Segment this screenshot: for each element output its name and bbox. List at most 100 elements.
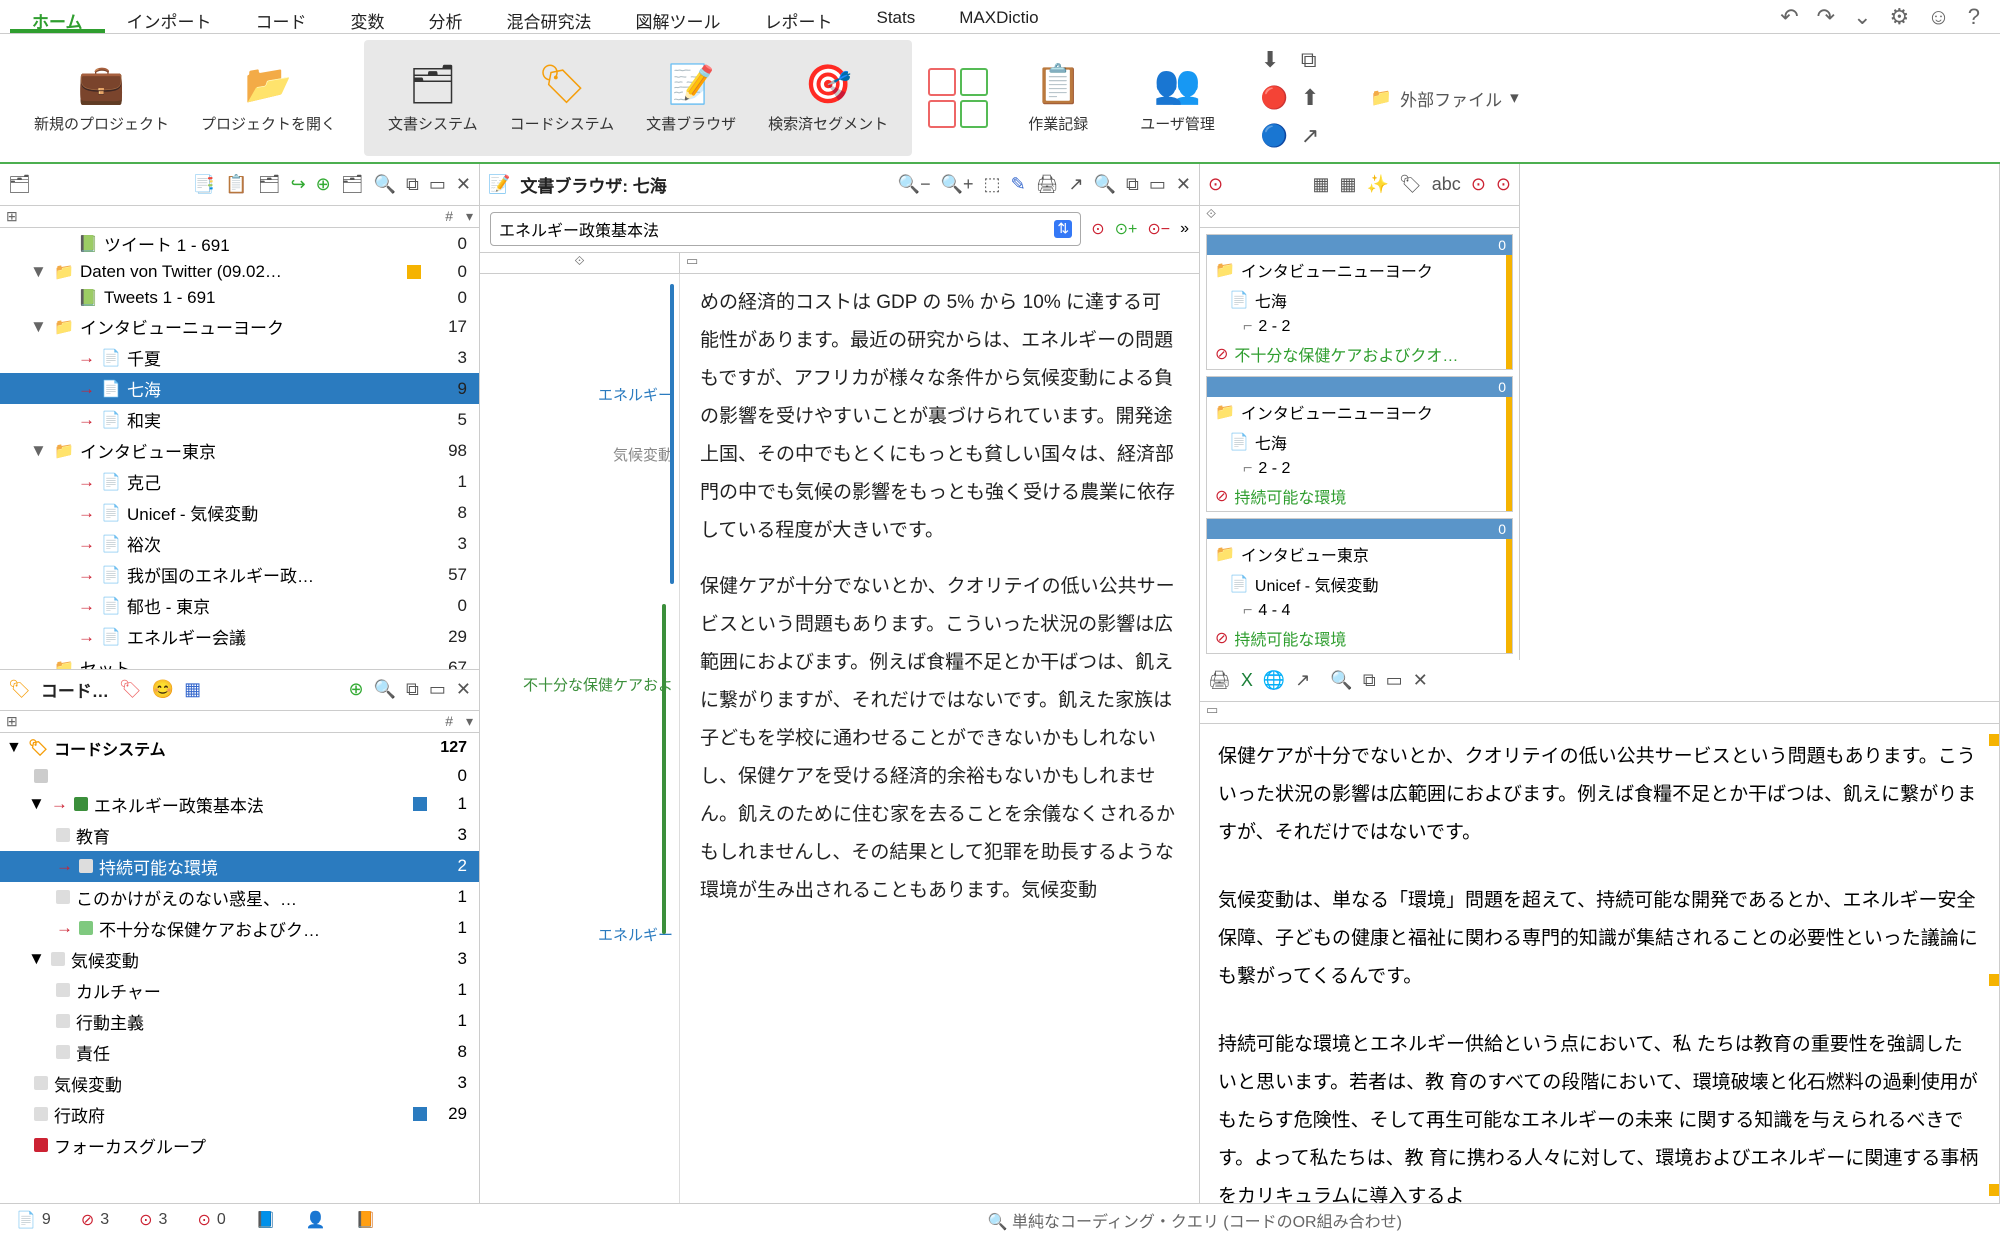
target2-icon[interactable]: ⊙ xyxy=(1471,174,1486,195)
code-row[interactable]: このかけがえのない惑星、…1 xyxy=(0,882,479,913)
doc-row[interactable]: 📗ツイート 1 - 6910 xyxy=(0,228,479,259)
wand-icon[interactable]: ✨ xyxy=(1367,174,1389,195)
chevron-down-icon[interactable]: ⌄ xyxy=(1853,4,1871,30)
download-icon[interactable]: ⬇ xyxy=(1261,47,1289,73)
grid2-icon[interactable]: ▦ xyxy=(1339,174,1356,195)
code-row[interactable]: 行政府29 xyxy=(0,1099,479,1130)
export-icon[interactable]: ↗ xyxy=(1301,123,1329,149)
doc-row[interactable]: →📄千夏3 xyxy=(0,342,479,373)
doc-row[interactable]: →📄裕次3 xyxy=(0,528,479,559)
badge-icon[interactable]: 🏷 xyxy=(1399,174,1422,195)
code-row[interactable]: 行動主義1 xyxy=(0,1006,479,1037)
code-row[interactable]: 責任8 xyxy=(0,1037,479,1068)
code-root-row[interactable]: ▼ 🏷 コードシステム 127 xyxy=(0,733,479,763)
open-project-button[interactable]: 📂 プロジェクトを開く xyxy=(189,57,348,140)
search-icon[interactable]: 🔍 xyxy=(1330,670,1352,691)
menu-tab-home[interactable]: ホーム xyxy=(10,0,105,33)
tag2-icon[interactable]: 🏷 xyxy=(119,679,142,700)
undo-icon[interactable]: ↶ xyxy=(1780,4,1798,30)
add-code-icon[interactable]: ⊕ xyxy=(349,679,364,700)
print-icon[interactable]: 🖨 xyxy=(1036,174,1059,195)
search-icon[interactable]: 🔍 xyxy=(374,174,396,195)
doc-row[interactable]: ▼📁Daten von Twitter (09.02…0 xyxy=(0,259,479,285)
doc-row[interactable]: →📄Unicef - 気候変動8 xyxy=(0,497,479,528)
code-row[interactable]: ▼気候変動3 xyxy=(0,944,479,975)
help-icon[interactable]: ? xyxy=(1968,4,1980,30)
tool-icon[interactable]: 📋 xyxy=(225,174,247,195)
popout-icon[interactable]: ⧉ xyxy=(1363,670,1376,691)
tool-icon[interactable]: 🗂 xyxy=(258,174,281,195)
code-row[interactable]: ▼→エネルギー政策基本法1 xyxy=(0,789,479,820)
close-icon[interactable]: ✕ xyxy=(456,174,471,195)
doc-row[interactable]: →📄克己1 xyxy=(0,466,479,497)
code-select[interactable]: エネルギー政策基本法 ⇅ xyxy=(490,212,1081,246)
target-minus-icon[interactable]: ⊙− xyxy=(1147,219,1170,239)
doc-row[interactable]: →📄我が国のエネルギー政…57 xyxy=(0,559,479,590)
zoom-out-icon[interactable]: 🔍− xyxy=(898,174,931,195)
close-icon[interactable]: ✕ xyxy=(456,679,471,700)
export-icon[interactable]: ↗ xyxy=(1069,174,1084,195)
menu-tab-mixed[interactable]: 混合研究法 xyxy=(485,0,614,33)
export-icon[interactable]: ↗ xyxy=(1295,670,1310,691)
user-mgmt-button[interactable]: 👥 ユーザ管理 xyxy=(1128,57,1227,140)
popout-icon[interactable]: ⧉ xyxy=(406,679,419,700)
menu-tab-report[interactable]: レポート xyxy=(743,0,855,33)
smile-icon[interactable]: 😊 xyxy=(152,679,174,700)
person-icon[interactable]: 👤 xyxy=(306,1210,326,1230)
doc-row[interactable]: →📄エネルギー会議29 xyxy=(0,621,479,652)
doc-row[interactable]: →📄和実5 xyxy=(0,404,479,435)
docwin-icon[interactable]: 🗂 xyxy=(8,174,31,195)
copy-icon[interactable]: ⧉ xyxy=(1301,47,1329,73)
edit2-icon[interactable]: ✎ xyxy=(1011,174,1026,195)
menu-tab-code[interactable]: コード xyxy=(234,0,329,33)
code-system-button[interactable]: 🏷 コードシステム xyxy=(498,57,627,140)
excel-icon[interactable]: X xyxy=(1241,670,1253,691)
minimize-icon[interactable]: ▭ xyxy=(1149,174,1166,195)
doc-row[interactable]: ▼📁インタビューニューヨーク17 xyxy=(0,311,479,342)
segment-card[interactable]: 0📁インタビュー東京📄Unicef - 気候変動⌐4 - 4⊘持続可能な環境 xyxy=(1206,518,1513,654)
code-row[interactable]: 気候変動3 xyxy=(0,1068,479,1099)
target-icon[interactable]: ⊙ xyxy=(1208,174,1223,195)
dropdown-icon[interactable]: ▾ xyxy=(453,208,473,225)
close-icon[interactable]: ✕ xyxy=(1413,670,1428,691)
layout-grid-buttons[interactable] xyxy=(928,68,988,128)
grid-icon[interactable]: ▦ xyxy=(184,679,201,700)
close-icon[interactable]: ✕ xyxy=(1176,174,1191,195)
smile-icon[interactable]: ☺ xyxy=(1927,4,1949,30)
code-row[interactable]: カルチャー1 xyxy=(0,975,479,1006)
minimize-icon[interactable]: ▭ xyxy=(429,679,446,700)
zoom-in-icon[interactable]: 🔍+ xyxy=(941,174,974,195)
menu-tab-visual[interactable]: 図解ツール xyxy=(614,0,743,33)
tool-icon[interactable]: 📑 xyxy=(193,174,215,195)
abc-icon[interactable]: abc xyxy=(1432,174,1461,195)
minimize-icon[interactable]: ▭ xyxy=(429,174,446,195)
redo-icon[interactable]: ↷ xyxy=(1817,4,1835,30)
work-log-button[interactable]: 📋 作業記録 xyxy=(1016,57,1100,140)
blue-doc-icon[interactable]: 📘 xyxy=(256,1210,276,1230)
doc-row[interactable]: →📄七海9 xyxy=(0,373,479,404)
code-row[interactable]: フォーカスグループ xyxy=(0,1130,479,1161)
code-row[interactable]: 0 xyxy=(0,763,479,789)
tool-icon[interactable]: 🗂 xyxy=(341,174,364,195)
target-icon[interactable]: ⊙ xyxy=(1091,219,1104,239)
doc-row[interactable]: ▼📁インタビュー東京98 xyxy=(0,435,479,466)
menu-tab-import[interactable]: インポート xyxy=(105,0,234,33)
gear-icon[interactable]: ⚙ xyxy=(1890,4,1910,30)
red-dot-icon[interactable]: 🔴 xyxy=(1261,85,1289,111)
menu-tab-variable[interactable]: 変数 xyxy=(329,0,407,33)
target3-icon[interactable]: ⊙ xyxy=(1496,174,1511,195)
target-plus-icon[interactable]: ⊙+ xyxy=(1115,219,1138,239)
popout-icon[interactable]: ⧉ xyxy=(1126,174,1139,195)
tool-icon[interactable]: ⊕ xyxy=(316,174,331,195)
doc-row[interactable]: 📗Tweets 1 - 6910 xyxy=(0,285,479,311)
search-icon[interactable]: 🔍 xyxy=(374,679,396,700)
menu-tab-maxdictio[interactable]: MAXDictio xyxy=(937,0,1060,33)
dropdown-icon[interactable]: ▾ xyxy=(453,713,473,730)
segment-card[interactable]: 0📁インタビューニューヨーク📄七海⌐2 - 2⊘持続可能な環境 xyxy=(1206,376,1513,512)
upload-icon[interactable]: ⬆ xyxy=(1301,85,1329,111)
doc-browser-button[interactable]: 📝 文書ブラウザ xyxy=(634,57,748,140)
minimize-icon[interactable]: ▭ xyxy=(1386,670,1403,691)
grid-icon[interactable]: ▦ xyxy=(1312,174,1329,195)
globe-icon[interactable]: 🌐 xyxy=(1263,670,1285,691)
expand-icon[interactable]: » xyxy=(1180,220,1189,238)
